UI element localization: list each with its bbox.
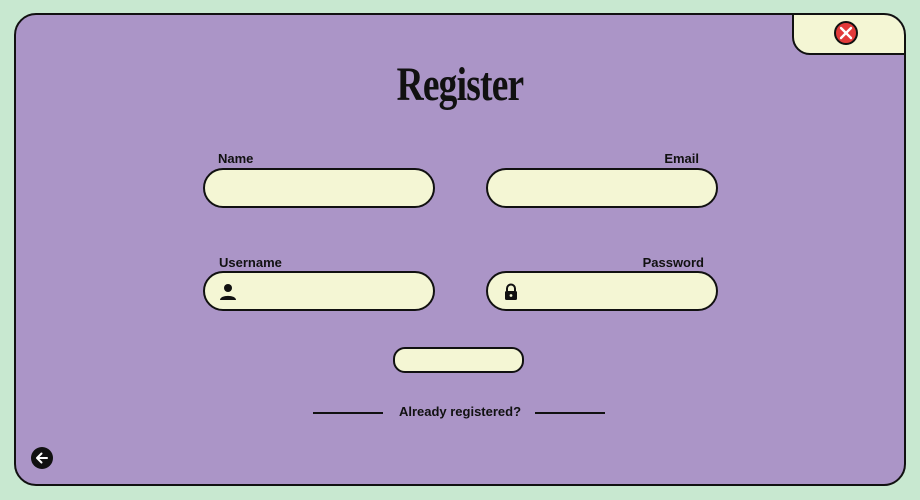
register-button[interactable] bbox=[393, 347, 524, 373]
lock-icon bbox=[505, 283, 517, 300]
email-field-container bbox=[486, 168, 718, 208]
divider-line-right bbox=[535, 412, 605, 414]
register-card: Register Name Email Username Password Al… bbox=[14, 13, 906, 486]
username-field-container bbox=[203, 271, 435, 311]
email-label: Email bbox=[664, 151, 699, 166]
password-input[interactable] bbox=[528, 279, 702, 303]
divider-line-left bbox=[313, 412, 383, 414]
page-title: Register bbox=[396, 58, 525, 111]
username-label: Username bbox=[219, 255, 282, 270]
already-registered-row: Already registered? bbox=[16, 404, 904, 422]
back-button[interactable] bbox=[31, 447, 53, 469]
username-input[interactable] bbox=[245, 279, 419, 303]
back-arrow-icon bbox=[36, 452, 48, 464]
close-icon bbox=[839, 26, 853, 40]
close-button[interactable] bbox=[834, 21, 858, 45]
user-icon bbox=[220, 284, 236, 300]
name-label: Name bbox=[218, 151, 254, 166]
email-input[interactable] bbox=[502, 176, 702, 200]
name-input[interactable] bbox=[219, 176, 419, 200]
already-registered-link[interactable]: Already registered? bbox=[388, 404, 532, 419]
close-tab bbox=[792, 15, 904, 55]
name-field-container bbox=[203, 168, 435, 208]
password-label: Password bbox=[642, 255, 704, 270]
password-field-container bbox=[486, 271, 718, 311]
